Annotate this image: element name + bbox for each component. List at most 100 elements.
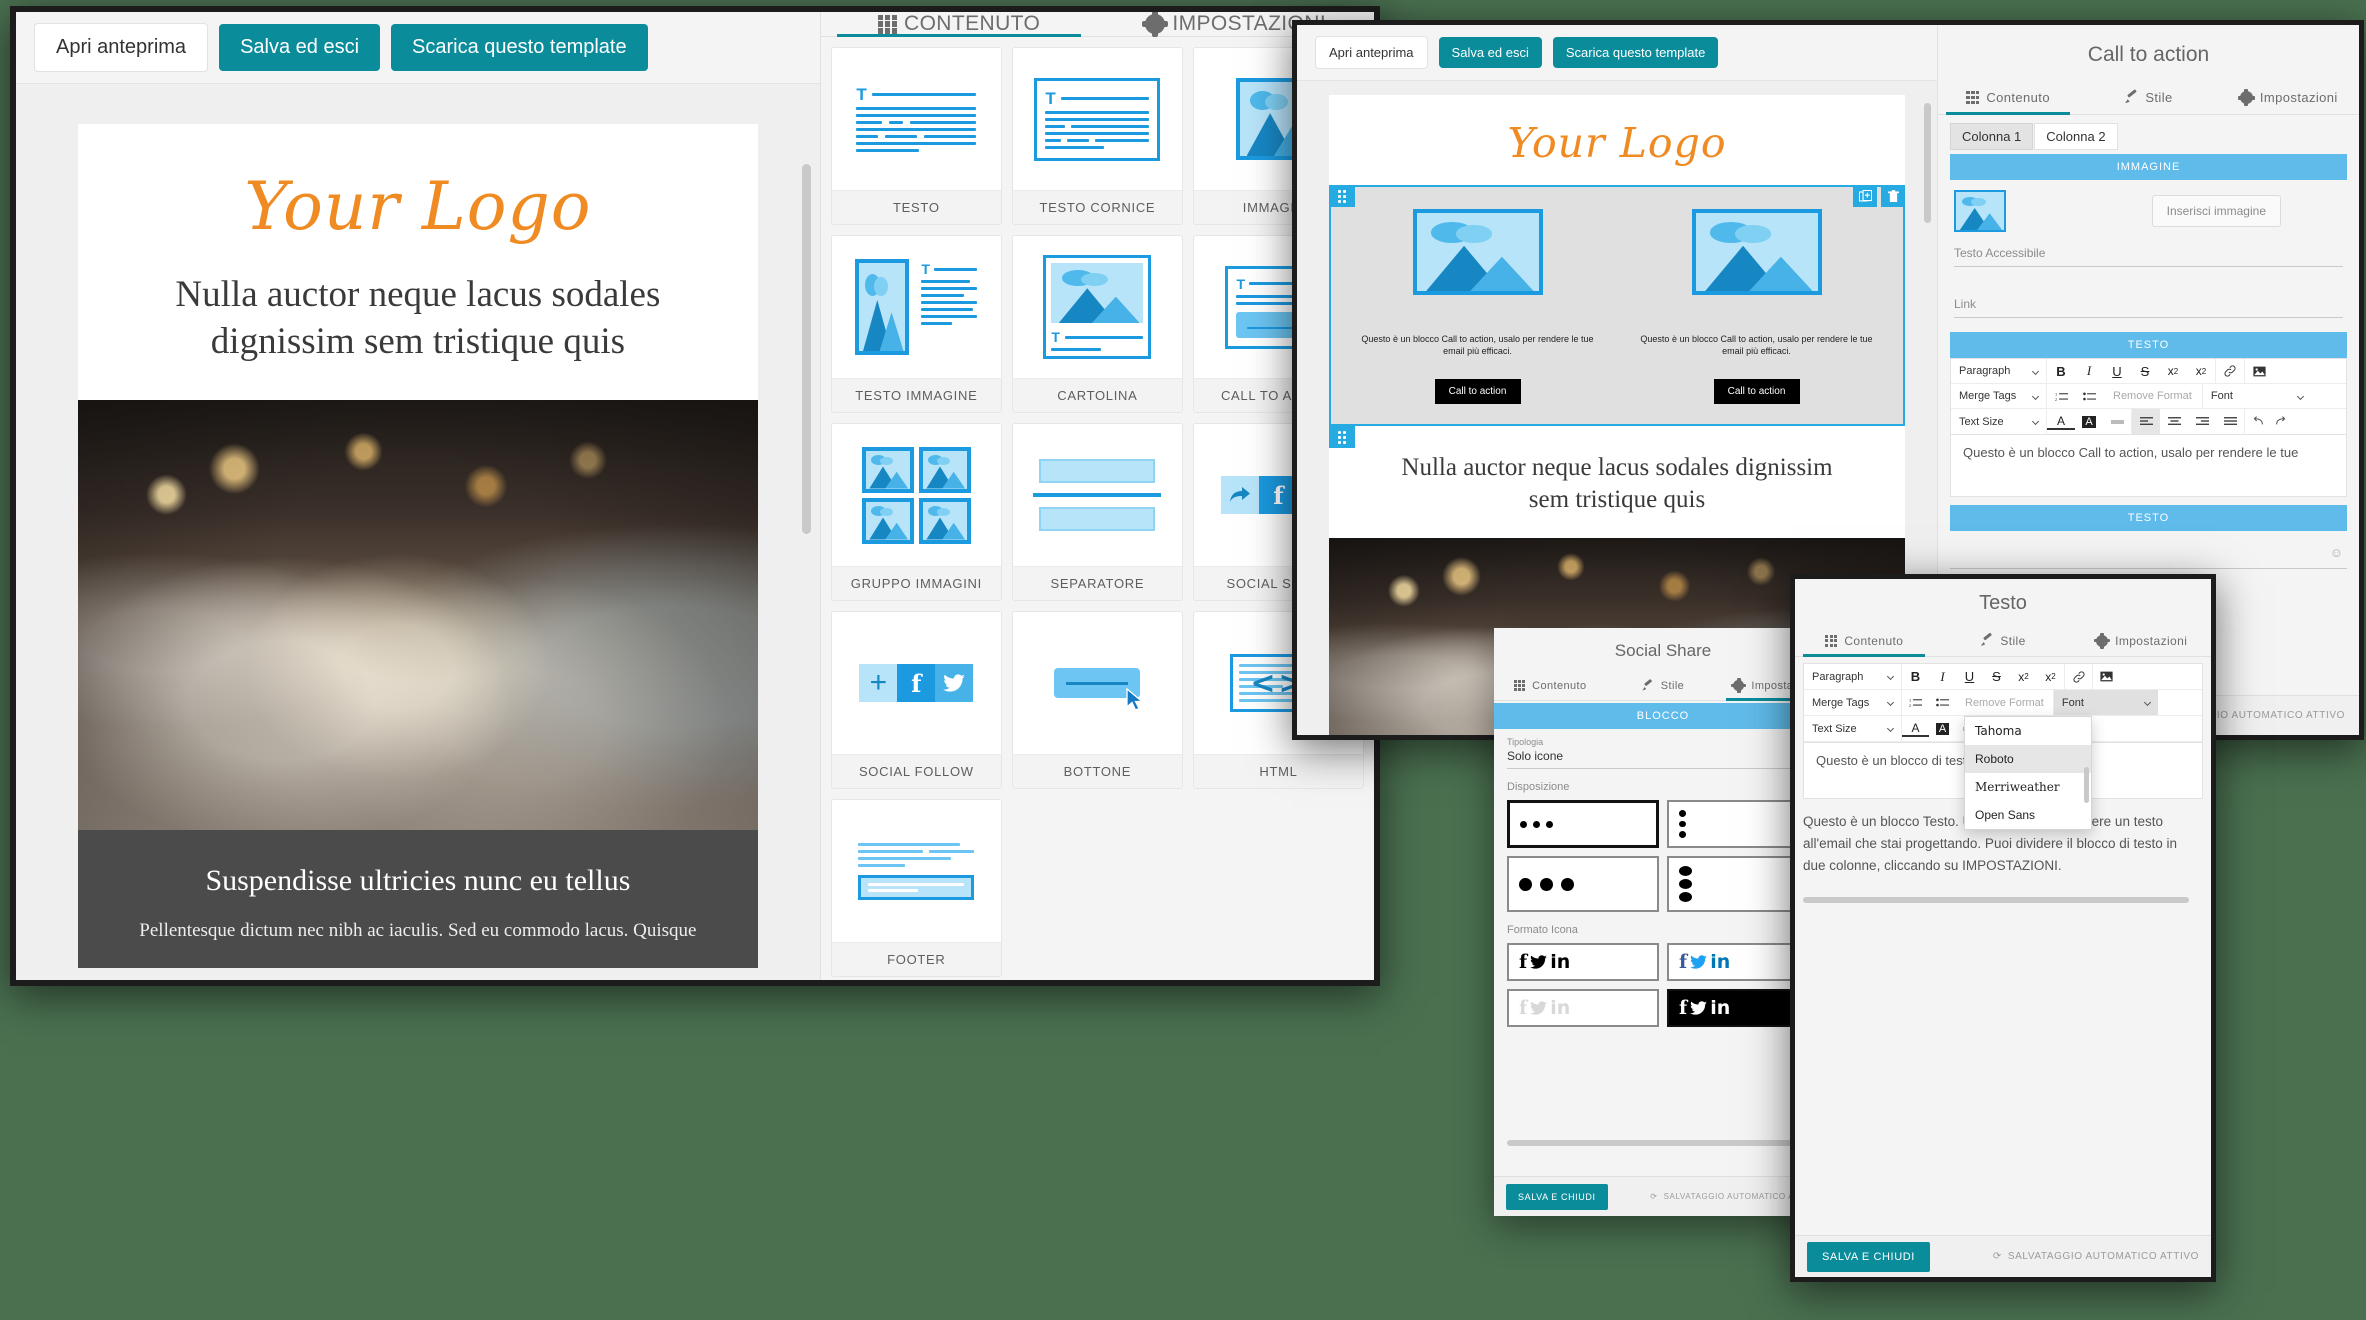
tab-stile[interactable]: Stile: [2078, 81, 2218, 114]
block-card-testo-cornice[interactable]: T TESTO CORNICE: [1011, 47, 1183, 225]
font-select[interactable]: Font: [2203, 384, 2311, 408]
align-center-button[interactable]: [2160, 416, 2188, 427]
window-editor-main[interactable]: Apri anteprima Salva ed esci Scarica que…: [10, 6, 1380, 986]
link-field[interactable]: Link: [1954, 297, 2343, 318]
emoji-icon[interactable]: ☺: [2330, 545, 2343, 560]
redo-button[interactable]: [2269, 416, 2293, 427]
save-and-close-button[interactable]: SALVA E CHIUDI: [1807, 1241, 1930, 1272]
delete-block-button[interactable]: [1881, 185, 1905, 207]
undo-button[interactable]: [2245, 416, 2269, 427]
tipologia-field[interactable]: Tipologia Solo icone: [1507, 737, 1819, 769]
tab-impostazioni[interactable]: Impostazioni: [2219, 81, 2359, 114]
align-justify-button[interactable]: [2216, 416, 2244, 427]
font-option-open-sans[interactable]: Open Sans: [1965, 801, 2091, 829]
underline-button[interactable]: U: [1956, 669, 1983, 684]
bullet-list-button[interactable]: [1929, 697, 1956, 708]
subscript-button[interactable]: x2: [2037, 670, 2064, 684]
drag-handle[interactable]: [1329, 185, 1355, 207]
tab-contenuto[interactable]: Contenuto: [1494, 671, 1607, 700]
layout-option-horizontal-large[interactable]: [1507, 856, 1659, 912]
tab-contenuto[interactable]: Contenuto: [1795, 625, 1934, 657]
tab-impostazioni[interactable]: Impostazioni: [2072, 625, 2211, 656]
alt-text-field[interactable]: Testo Accessibile: [1954, 246, 2343, 267]
download-template-button[interactable]: Scarica questo template: [391, 24, 648, 71]
cta-column-2[interactable]: Questo è un blocco Call to action, usalo…: [1628, 209, 1885, 405]
dropdown-scrollbar[interactable]: [2084, 767, 2089, 803]
testo-horizontal-scrollbar[interactable]: [1803, 897, 2189, 903]
insert-image-button[interactable]: [2245, 366, 2273, 377]
underline-button[interactable]: U: [2103, 364, 2131, 379]
strikethrough-button[interactable]: S: [1983, 669, 2010, 684]
block-card-bottone[interactable]: BOTTONE: [1011, 611, 1183, 789]
column-tab-2[interactable]: Colonna 2: [2034, 123, 2118, 150]
ordered-list-button[interactable]: 1 2: [1902, 697, 1929, 708]
remove-format-button[interactable]: Remove Format: [1956, 697, 2053, 709]
cta-button[interactable]: Call to action: [1434, 379, 1521, 405]
save-and-exit-button[interactable]: Salva ed esci: [219, 24, 381, 71]
block-card-social-follow[interactable]: + f SOCIAL FOLLOW: [830, 611, 1002, 789]
email-canvas[interactable]: Your Logo Nulla auctor neque lacus sodal…: [16, 83, 820, 980]
strikethrough-button[interactable]: S: [2131, 364, 2159, 379]
block-card-cartolina[interactable]: T CARTOLINA: [1011, 235, 1183, 413]
horizontal-rule-button[interactable]: [2103, 419, 2131, 424]
bold-button[interactable]: B: [1902, 669, 1929, 684]
tab-stile[interactable]: Stile: [1607, 671, 1720, 700]
duplicate-block-button[interactable]: [1853, 185, 1877, 207]
open-preview-button[interactable]: Apri anteprima: [34, 23, 209, 72]
column-tab-1[interactable]: Colonna 1: [1950, 123, 2034, 150]
paragraph-select[interactable]: Paragraph: [1804, 664, 1902, 689]
window-testo[interactable]: Testo Contenuto Stile Impostazioni Parag…: [1790, 574, 2216, 1282]
font-select[interactable]: Font: [2053, 690, 2158, 715]
block-card-testo[interactable]: T TESTO: [830, 47, 1002, 225]
save-and-exit-button[interactable]: Salva ed esci: [1438, 37, 1542, 68]
bullet-list-button[interactable]: [2075, 391, 2103, 402]
tab-stile[interactable]: Stile: [1934, 625, 2073, 656]
drag-handle[interactable]: [1329, 426, 1355, 449]
align-right-button[interactable]: [2188, 416, 2216, 427]
text-color-button[interactable]: A: [1902, 721, 1929, 737]
link-button[interactable]: [2216, 365, 2244, 377]
icon-format-light[interactable]: f in: [1507, 989, 1659, 1027]
bold-button[interactable]: B: [2047, 364, 2075, 379]
merge-tags-select[interactable]: Merge Tags: [1804, 690, 1902, 715]
cta-secondary-field[interactable]: ☺: [1950, 543, 2347, 569]
window-social-share[interactable]: Social Share Contenuto Stile Impostazion…: [1494, 628, 1832, 1216]
text-size-select[interactable]: Text Size: [1804, 716, 1902, 741]
cta-block-selected[interactable]: Questo è un blocco Call to action, usalo…: [1329, 185, 1905, 427]
cta-column-1[interactable]: Questo è un blocco Call to action, usalo…: [1349, 209, 1606, 405]
highlight-color-button[interactable]: A: [1929, 722, 1956, 735]
block-card-testo-immagine[interactable]: T TESTO IMMAGINE: [830, 235, 1002, 413]
link-button[interactable]: [2065, 671, 2092, 683]
insert-image-button[interactable]: Inserisci immagine: [2151, 195, 2281, 227]
tab-contenuto[interactable]: Contenuto: [1938, 81, 2078, 115]
italic-button[interactable]: I: [2075, 363, 2103, 379]
remove-format-button[interactable]: Remove Format: [2103, 390, 2202, 402]
icon-format-black[interactable]: f in: [1507, 943, 1659, 981]
image-thumbnail[interactable]: [1954, 190, 2006, 232]
merge-tags-select[interactable]: Merge Tags: [1951, 384, 2047, 408]
superscript-button[interactable]: x2: [2010, 670, 2037, 684]
open-preview-button[interactable]: Apri anteprima: [1315, 36, 1428, 69]
ordered-list-button[interactable]: 1 2: [2047, 391, 2075, 402]
font-option-merriweather[interactable]: Merriweather: [1965, 773, 2091, 801]
cta-canvas-scrollbar[interactable]: [1924, 103, 1931, 223]
tab-contenuto[interactable]: CONTENUTO: [821, 12, 1098, 37]
insert-image-button[interactable]: [2093, 671, 2120, 682]
paragraph-select[interactable]: Paragraph: [1951, 359, 2047, 383]
subscript-button[interactable]: x2: [2187, 364, 2215, 378]
italic-button[interactable]: I: [1929, 669, 1956, 685]
canvas-scrollbar[interactable]: [801, 164, 811, 534]
layout-option-horizontal-small[interactable]: [1507, 800, 1659, 848]
align-left-button[interactable]: [2132, 409, 2160, 434]
cta-editor-textarea[interactable]: Questo è un blocco Call to action, usalo…: [1950, 435, 2347, 497]
block-card-gruppo-immagini[interactable]: GRUPPO IMMAGINI: [830, 423, 1002, 601]
text-size-select[interactable]: Text Size: [1951, 409, 2047, 434]
download-template-button[interactable]: Scarica questo template: [1552, 37, 1719, 68]
text-color-button[interactable]: A: [2047, 414, 2075, 430]
highlight-color-button[interactable]: A: [2075, 415, 2103, 428]
font-option-roboto[interactable]: Roboto: [1965, 745, 2091, 773]
cta-button[interactable]: Call to action: [1713, 379, 1800, 405]
block-card-separatore[interactable]: SEPARATORE: [1011, 423, 1183, 601]
font-option-tahoma[interactable]: Tahoma: [1965, 717, 2091, 745]
font-dropdown-list[interactable]: Tahoma Roboto Merriweather Open Sans: [1964, 716, 2092, 830]
